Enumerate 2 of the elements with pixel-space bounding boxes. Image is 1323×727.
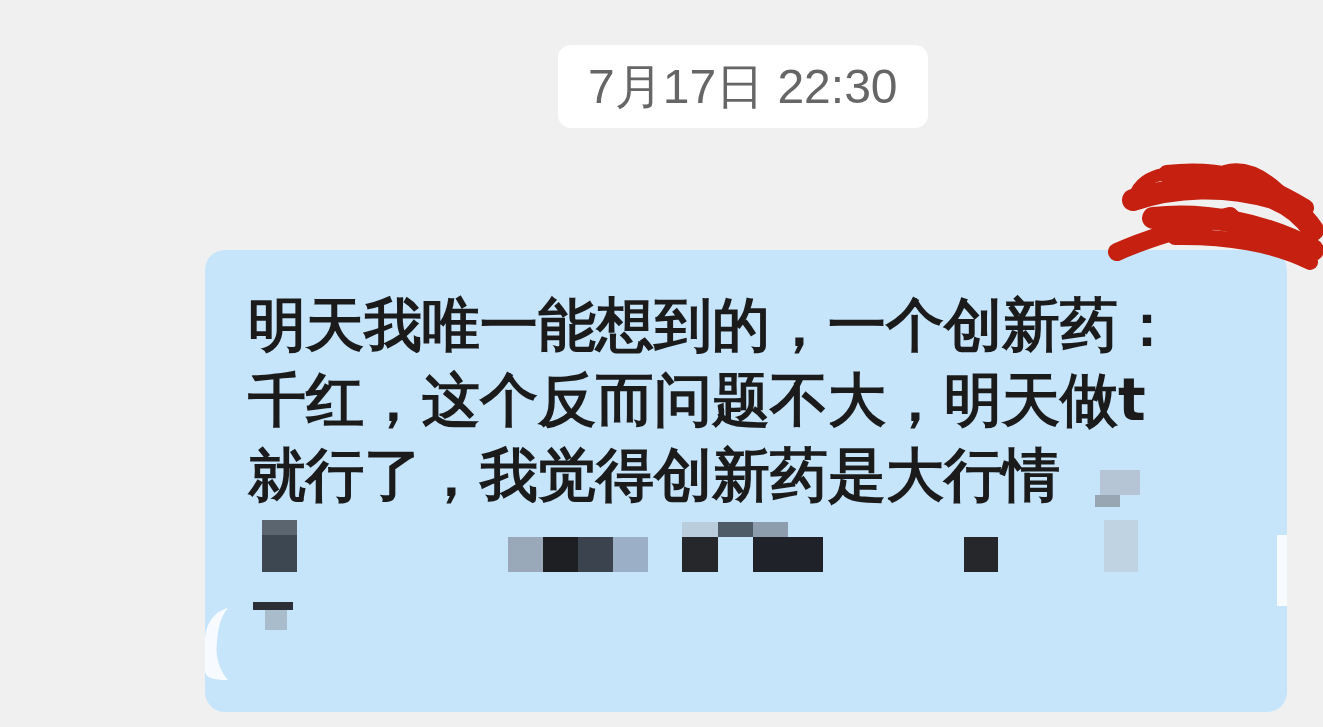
timestamp-label: 7月17日 22:30 bbox=[558, 45, 928, 128]
message-text: 明天我唯一能想到的，一个创新药：千红，这个反而问题不大，明天做t就行了，我觉得创新药是大行情 bbox=[248, 290, 1177, 511]
